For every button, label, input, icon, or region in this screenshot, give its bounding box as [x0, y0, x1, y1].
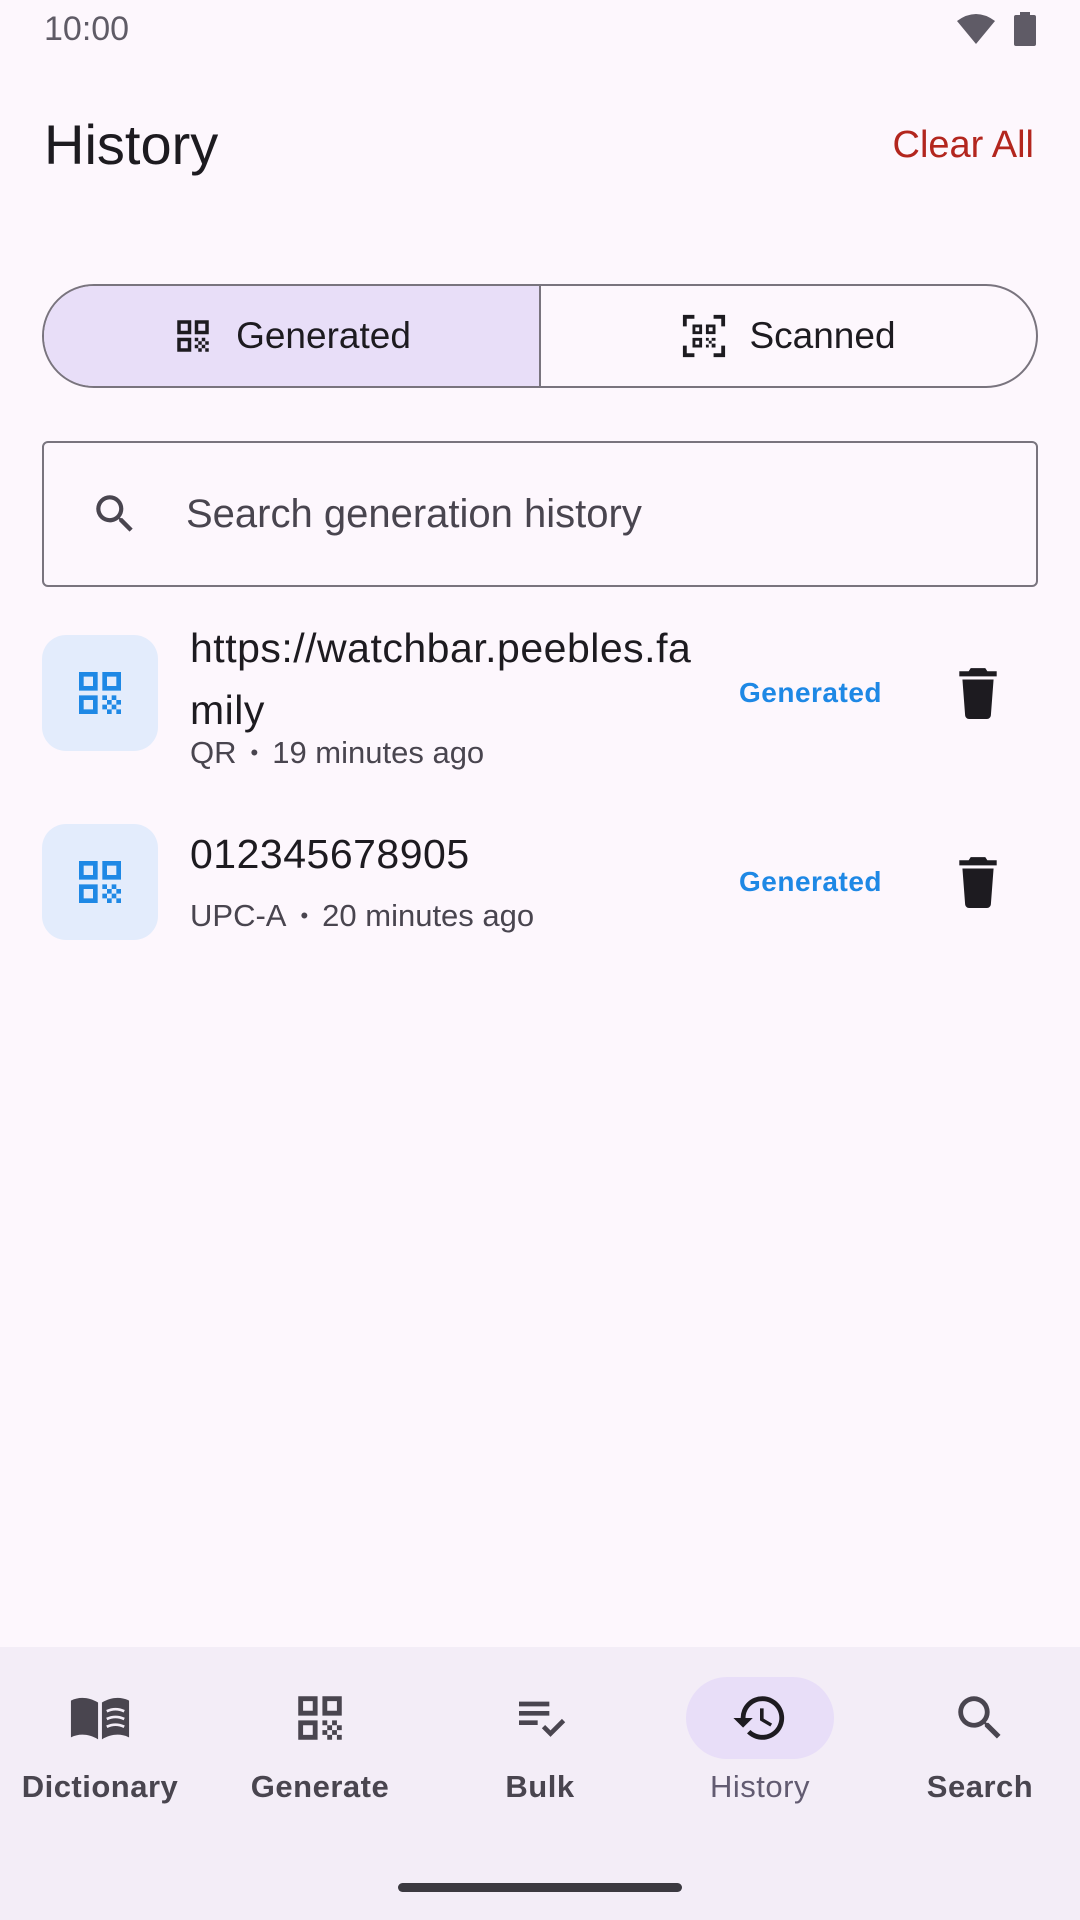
wifi-icon	[957, 14, 995, 44]
nav-label: Search	[926, 1769, 1034, 1804]
clear-all-button[interactable]: Clear All	[893, 124, 1035, 167]
nav-label: Generate	[250, 1769, 390, 1804]
trash-icon	[959, 668, 997, 719]
item-meta: UPC-A • 20 minutes ago	[190, 898, 534, 934]
segment-scanned-label: Scanned	[749, 315, 896, 356]
status-icons	[956, 12, 1036, 46]
nav-item-search[interactable]: Search	[880, 1677, 1080, 1805]
delete-button[interactable]	[942, 846, 1014, 918]
item-type: UPC-A	[190, 898, 287, 933]
history-icon	[733, 1696, 785, 1740]
item-time: 20 minutes ago	[322, 898, 535, 933]
segment-scanned[interactable]: Scanned	[539, 286, 1036, 386]
nav-icon-container	[26, 1677, 174, 1759]
nav-icon-container	[246, 1677, 394, 1759]
nav-item-dictionary[interactable]: Dictionary	[0, 1677, 200, 1805]
nav-icon-container	[906, 1677, 1054, 1759]
bottom-navigation: Dictionary Generate Bulk History Search	[0, 1647, 1080, 1920]
checklist-icon	[519, 1701, 566, 1737]
delete-button[interactable]	[942, 657, 1014, 729]
qr-scan-icon	[683, 314, 726, 358]
qr-code-icon	[177, 320, 209, 352]
item-title: https://watchbar.peebles.family	[190, 625, 692, 733]
page-title: History	[44, 113, 219, 176]
nav-label: Dictionary	[21, 1769, 179, 1804]
nav-icon-container	[466, 1677, 614, 1759]
search-icon-container	[54, 489, 176, 539]
search-icon	[958, 1696, 1001, 1739]
status-time: 10:00	[44, 10, 130, 48]
qr-code-icon	[298, 1696, 342, 1740]
nav-item-bulk[interactable]: Bulk	[440, 1677, 640, 1805]
home-indicator[interactable]	[398, 1883, 682, 1892]
meta-separator: •	[300, 903, 309, 928]
battery-icon	[1014, 12, 1036, 46]
segment-generated-label: Generated	[236, 315, 411, 356]
item-type-icon-container	[42, 635, 158, 751]
search-icon	[96, 495, 133, 532]
item-title: 012345678905	[190, 831, 470, 877]
nav-item-history[interactable]: History	[660, 1677, 860, 1805]
search-input[interactable]	[184, 490, 988, 538]
nav-label: History	[710, 1769, 810, 1804]
history-item[interactable]: https://watchbar.peebles.family QR • 19 …	[42, 617, 1038, 770]
nav-label: Bulk	[505, 1769, 575, 1804]
nav-item-generate[interactable]: Generate	[220, 1677, 420, 1805]
history-item[interactable]: 012345678905 UPC-A • 20 minutes ago Gene…	[42, 824, 1038, 940]
item-type: QR	[190, 735, 237, 770]
qr-code-icon	[79, 672, 121, 714]
item-status-label: Generated	[739, 677, 882, 708]
history-type-segmented-control: Generated Scanned	[42, 284, 1038, 388]
item-time: 19 minutes ago	[272, 735, 485, 770]
item-status-label: Generated	[739, 866, 882, 897]
qr-code-icon	[79, 861, 121, 903]
search-field[interactable]	[42, 441, 1038, 587]
item-meta: QR • 19 minutes ago	[190, 735, 484, 771]
meta-separator: •	[250, 740, 259, 765]
segment-generated[interactable]: Generated	[44, 286, 539, 386]
book-icon	[70, 1697, 130, 1740]
trash-icon	[959, 857, 997, 908]
nav-icon-container	[686, 1677, 834, 1759]
item-type-icon-container	[42, 824, 158, 940]
